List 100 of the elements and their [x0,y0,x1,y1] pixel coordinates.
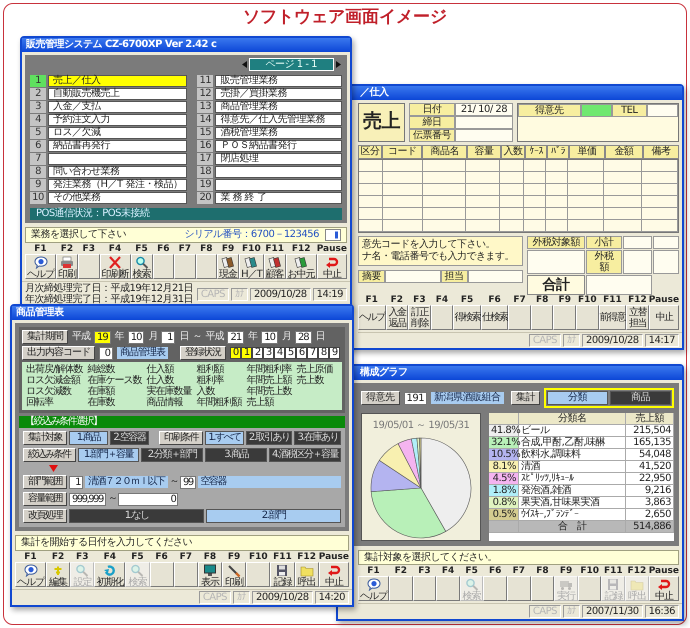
menu-item[interactable]: 得意先／仕入先管理業務 [215,114,342,126]
function-key-button[interactable] [530,576,554,601]
function-key-button[interactable]: 記録 [270,562,295,586]
input-field[interactable]: 10 [128,330,144,344]
menu-item[interactable]: 酒税管理業務 [215,127,342,139]
function-key-button[interactable]: 呼出 [294,562,319,586]
menu-item[interactable]: その他業務 [48,192,188,204]
input-field[interactable]: 99 [180,476,196,488]
menu-item[interactable]: ＰＯＳ納品書発行 [215,140,342,152]
status-slot[interactable]: 4 [274,347,285,359]
input-field[interactable] [468,270,523,283]
menu-item[interactable]: 問い合わせ業務 [48,166,188,178]
function-key-button[interactable]: ヘルプ [15,562,46,586]
function-key-button[interactable]: 中止 [648,305,680,330]
input-field[interactable]: 1 [69,476,83,488]
status-slot[interactable]: 9 [329,347,340,359]
function-key-button[interactable]: ヘルプ [25,254,56,279]
function-key-button[interactable]: 顧客 [264,254,286,279]
input-field[interactable]: 1 [161,330,176,344]
input-field[interactable]: 21 [227,330,244,344]
input-field[interactable] [527,250,585,274]
menu-item[interactable]: 自動販売機売上 [48,88,188,100]
menu-item[interactable]: 納品書再発行 [48,140,188,152]
criteria-button[interactable]: 登録状況 [180,346,226,360]
page-tab[interactable]: ページ 1 - 1 [248,58,334,71]
function-key-button[interactable] [389,576,413,601]
function-key-button[interactable] [430,305,454,330]
criteria-button[interactable]: 集計対象 [23,431,67,445]
function-key-button[interactable]: 編集 [46,562,70,586]
input-field[interactable] [646,104,678,117]
function-key-button[interactable]: お中元 [286,254,317,279]
function-key-button[interactable]: 現金 [217,254,240,279]
input-field[interactable] [623,250,652,274]
option-button[interactable]: 3.商品 [205,448,267,462]
option-button[interactable]: 2.空容器 [110,431,149,445]
menu-item[interactable]: 売上／仕入 [48,75,188,87]
function-key-button[interactable]: 表示 [198,562,222,586]
name-field[interactable]: 清酒７２０ｍｌ以下 [85,476,168,488]
function-key-button[interactable]: 初期化 [94,562,126,586]
input-field[interactable] [455,129,513,142]
input-field[interactable] [653,236,679,249]
status-slot[interactable]: 8 [318,347,329,359]
criteria-button[interactable]: 出力内容コード [22,346,95,360]
criteria-button[interactable]: 集計期間 [22,330,68,344]
function-key-button[interactable] [196,254,218,279]
function-key-button[interactable] [576,305,599,330]
status-slot[interactable]: 1 [241,347,252,359]
option-button[interactable]: 1.なし [69,509,204,523]
status-slot[interactable]: 6 [296,347,307,359]
function-key-button[interactable]: 前得意 [598,305,626,330]
input-field[interactable]: 21/ 10/ 28 [455,103,513,116]
function-key-button[interactable] [246,562,270,586]
function-key-button[interactable]: 印刷断 [100,254,131,279]
name-field[interactable]: 新潟県酒販組合 [431,392,504,404]
criteria-button[interactable]: 絞込み条件 [23,448,76,462]
input-field[interactable] [580,104,612,117]
input-field[interactable]: 0 [99,346,113,360]
function-key-button[interactable] [174,562,198,586]
option-button[interactable]: 2.取引あり [246,431,292,445]
function-key-button[interactable]: 入金 返品 [386,305,408,330]
option-button[interactable]: 2.分類＋部門 [141,448,204,462]
menu-item[interactable]: ロス／欠減 [48,127,188,139]
option-button[interactable]: 1.商品 [69,431,108,445]
function-key-button[interactable]: 仕検索 [480,305,508,330]
criteria-button[interactable]: 印刷条件 [158,431,203,445]
function-key-button[interactable]: 得検索 [453,305,481,330]
input-field[interactable]: 10 [261,330,278,344]
criteria-button[interactable]: 得意先 [361,391,400,405]
status-slot[interactable]: 0 [230,347,241,359]
input-field[interactable] [586,275,652,295]
menu-item[interactable]: 発注業務（H／T 発注・検品） [48,179,188,191]
function-key-button[interactable]: ヘルプ [358,305,386,330]
option-button[interactable]: 1.部門＋容量 [78,448,140,462]
function-key-button[interactable] [483,576,508,601]
criteria-button[interactable]: 部門範囲 [23,475,67,489]
name-field[interactable]: 空容器 [198,476,341,488]
option-button[interactable]: 3.在庫あり [294,431,341,445]
function-key-button[interactable]: 中止 [318,562,350,586]
input-field[interactable]: 191 [404,392,428,404]
menu-item[interactable] [48,153,188,165]
criteria-button[interactable]: 集計 [511,391,540,405]
function-key-button[interactable] [530,305,554,330]
input-field[interactable]: 28 [294,330,312,344]
menu-item[interactable]: 予約注文入力 [48,114,188,126]
menu-item[interactable] [215,179,342,191]
function-key-button[interactable] [78,254,100,279]
function-key-button[interactable] [507,576,531,601]
input-field[interactable] [653,250,679,274]
right-arrow-icon[interactable] [335,60,342,69]
menu-item[interactable]: 販売管理業務 [215,75,342,87]
function-key-button[interactable] [436,576,460,601]
input-field[interactable]: 0 [118,492,178,506]
menu-item[interactable]: 売掛／買掛業務 [215,88,342,100]
menu-item[interactable]: 業 務 終 了 [215,192,342,204]
option-button[interactable]: 2.部門 [206,509,341,523]
criteria-button[interactable]: 容量範囲 [23,492,67,506]
function-key-button[interactable]: 立替 担当 [626,305,649,330]
input-field[interactable] [385,270,440,283]
function-key-button[interactable]: 中止 [316,254,347,279]
left-arrow-icon[interactable] [240,60,248,69]
